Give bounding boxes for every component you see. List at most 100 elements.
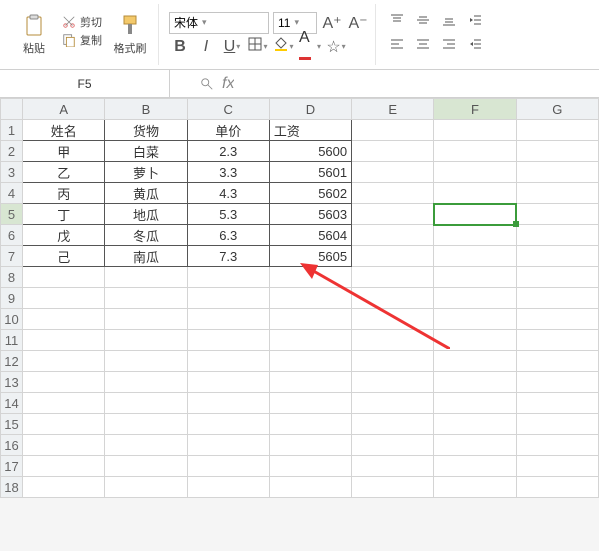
cell-E9[interactable] bbox=[352, 288, 434, 309]
cell-G13[interactable] bbox=[516, 372, 598, 393]
cell-E1[interactable] bbox=[352, 120, 434, 141]
cell-A18[interactable] bbox=[23, 477, 105, 498]
magnify-icon[interactable] bbox=[200, 77, 214, 91]
cell-E2[interactable] bbox=[352, 141, 434, 162]
decrease-indent-button[interactable] bbox=[464, 12, 486, 34]
cell-C3[interactable]: 3.3 bbox=[187, 162, 269, 183]
cell-F13[interactable] bbox=[434, 372, 516, 393]
cell-E15[interactable] bbox=[352, 414, 434, 435]
cell-B13[interactable] bbox=[105, 372, 187, 393]
cell-A17[interactable] bbox=[23, 456, 105, 477]
cell-E4[interactable] bbox=[352, 183, 434, 204]
align-bottom-button[interactable] bbox=[438, 12, 460, 34]
cell-F7[interactable] bbox=[434, 246, 516, 267]
borders-button[interactable]: ▾ bbox=[247, 36, 269, 58]
cell-C6[interactable]: 6.3 bbox=[187, 225, 269, 246]
row-header-5[interactable]: 5 bbox=[1, 204, 23, 225]
cell-G1[interactable] bbox=[516, 120, 598, 141]
cell-D8[interactable] bbox=[269, 267, 351, 288]
cell-G16[interactable] bbox=[516, 435, 598, 456]
cell-B11[interactable] bbox=[105, 330, 187, 351]
cell-B8[interactable] bbox=[105, 267, 187, 288]
cell-A5[interactable]: 丁 bbox=[23, 204, 105, 225]
row-header-6[interactable]: 6 bbox=[1, 225, 23, 246]
row-header-13[interactable]: 13 bbox=[1, 372, 23, 393]
cell-G17[interactable] bbox=[516, 456, 598, 477]
phonetic-button[interactable]: ☆▾ bbox=[325, 36, 347, 58]
cell-E8[interactable] bbox=[352, 267, 434, 288]
row-header-11[interactable]: 11 bbox=[1, 330, 23, 351]
cell-C1[interactable]: 单价 bbox=[187, 120, 269, 141]
cell-E18[interactable] bbox=[352, 477, 434, 498]
fill-color-button[interactable]: ▾ bbox=[273, 36, 295, 58]
cell-E11[interactable] bbox=[352, 330, 434, 351]
cell-B3[interactable]: 萝卜 bbox=[105, 162, 187, 183]
cell-F11[interactable] bbox=[434, 330, 516, 351]
italic-button[interactable]: I bbox=[195, 36, 217, 58]
cell-D13[interactable] bbox=[269, 372, 351, 393]
cell-A12[interactable] bbox=[23, 351, 105, 372]
row-header-7[interactable]: 7 bbox=[1, 246, 23, 267]
cell-D18[interactable] bbox=[269, 477, 351, 498]
select-all-corner[interactable] bbox=[1, 99, 23, 120]
cell-B4[interactable]: 黄瓜 bbox=[105, 183, 187, 204]
cell-E3[interactable] bbox=[352, 162, 434, 183]
cell-F15[interactable] bbox=[434, 414, 516, 435]
cell-B18[interactable] bbox=[105, 477, 187, 498]
cell-B2[interactable]: 白菜 bbox=[105, 141, 187, 162]
cell-E5[interactable] bbox=[352, 204, 434, 225]
row-header-4[interactable]: 4 bbox=[1, 183, 23, 204]
cell-D4[interactable]: 5602 bbox=[269, 183, 351, 204]
cell-A7[interactable]: 己 bbox=[23, 246, 105, 267]
row-header-3[interactable]: 3 bbox=[1, 162, 23, 183]
cell-D2[interactable]: 5600 bbox=[269, 141, 351, 162]
font-name-select[interactable]: 宋体▾ bbox=[169, 12, 269, 34]
cell-C16[interactable] bbox=[187, 435, 269, 456]
cell-E7[interactable] bbox=[352, 246, 434, 267]
name-box[interactable]: F5 bbox=[0, 70, 170, 97]
cell-G18[interactable] bbox=[516, 477, 598, 498]
cell-B12[interactable] bbox=[105, 351, 187, 372]
column-header-B[interactable]: B bbox=[105, 99, 187, 120]
cell-G12[interactable] bbox=[516, 351, 598, 372]
cell-C17[interactable] bbox=[187, 456, 269, 477]
cell-E12[interactable] bbox=[352, 351, 434, 372]
cell-A8[interactable] bbox=[23, 267, 105, 288]
cell-G6[interactable] bbox=[516, 225, 598, 246]
cell-G4[interactable] bbox=[516, 183, 598, 204]
cell-A13[interactable] bbox=[23, 372, 105, 393]
column-header-E[interactable]: E bbox=[352, 99, 434, 120]
decrease-font-button[interactable]: A⁻ bbox=[347, 12, 369, 34]
row-header-1[interactable]: 1 bbox=[1, 120, 23, 141]
cell-C7[interactable]: 7.3 bbox=[187, 246, 269, 267]
row-header-17[interactable]: 17 bbox=[1, 456, 23, 477]
cell-C8[interactable] bbox=[187, 267, 269, 288]
cell-G9[interactable] bbox=[516, 288, 598, 309]
cell-D6[interactable]: 5604 bbox=[269, 225, 351, 246]
cell-A4[interactable]: 丙 bbox=[23, 183, 105, 204]
bold-button[interactable]: B bbox=[169, 36, 191, 58]
increase-indent-button[interactable] bbox=[464, 36, 486, 58]
row-header-15[interactable]: 15 bbox=[1, 414, 23, 435]
cell-A14[interactable] bbox=[23, 393, 105, 414]
cell-F10[interactable] bbox=[434, 309, 516, 330]
cell-E13[interactable] bbox=[352, 372, 434, 393]
cell-A10[interactable] bbox=[23, 309, 105, 330]
row-header-9[interactable]: 9 bbox=[1, 288, 23, 309]
cell-B16[interactable] bbox=[105, 435, 187, 456]
align-middle-button[interactable] bbox=[412, 12, 434, 34]
cell-F5[interactable] bbox=[434, 204, 516, 225]
column-header-D[interactable]: D bbox=[269, 99, 351, 120]
cell-D10[interactable] bbox=[269, 309, 351, 330]
cell-A3[interactable]: 乙 bbox=[23, 162, 105, 183]
row-header-10[interactable]: 10 bbox=[1, 309, 23, 330]
cell-F3[interactable] bbox=[434, 162, 516, 183]
increase-font-button[interactable]: A⁺ bbox=[321, 12, 343, 34]
align-top-button[interactable] bbox=[386, 12, 408, 34]
row-header-2[interactable]: 2 bbox=[1, 141, 23, 162]
cell-C13[interactable] bbox=[187, 372, 269, 393]
cell-F17[interactable] bbox=[434, 456, 516, 477]
cell-B9[interactable] bbox=[105, 288, 187, 309]
cell-G11[interactable] bbox=[516, 330, 598, 351]
align-right-button[interactable] bbox=[438, 36, 460, 58]
